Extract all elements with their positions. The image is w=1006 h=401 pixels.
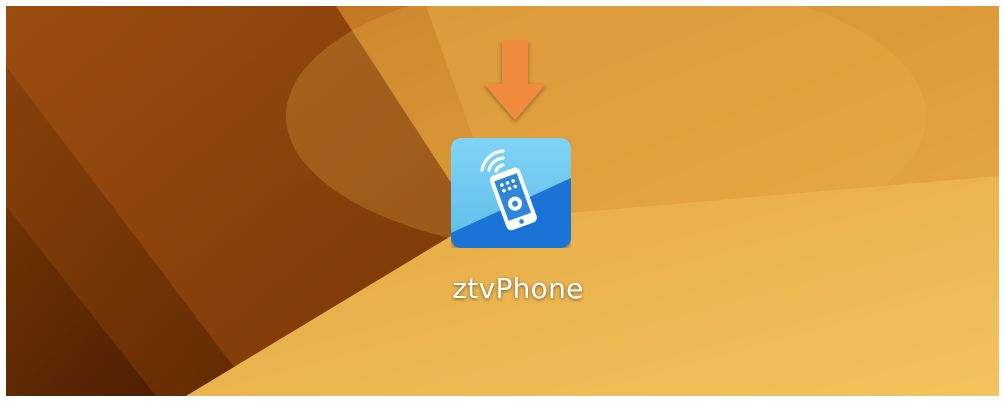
arrow-down-icon bbox=[484, 40, 546, 120]
home-screen: ztvPhone bbox=[6, 6, 999, 396]
app-label: ztvPhone bbox=[452, 272, 584, 305]
phone-remote-wifi-icon bbox=[451, 138, 571, 248]
